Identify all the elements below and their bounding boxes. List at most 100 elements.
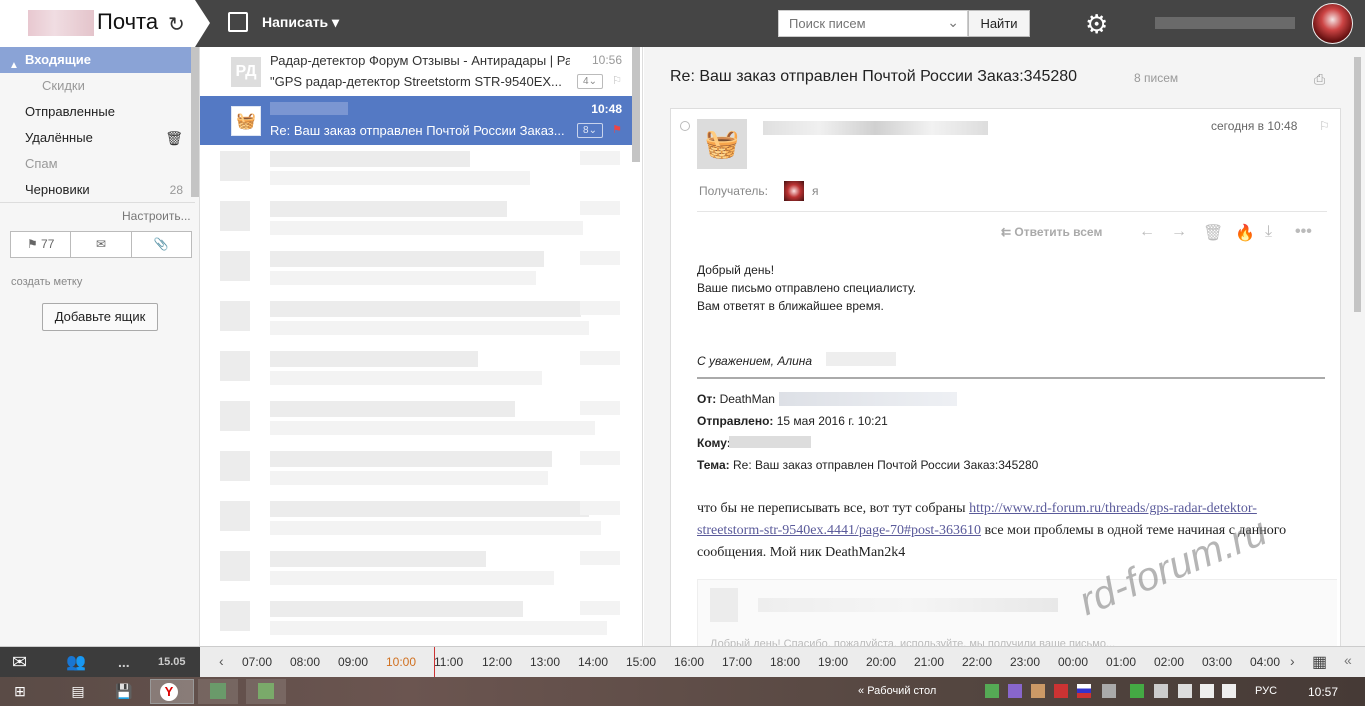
- search-box[interactable]: ⌄: [778, 10, 968, 37]
- attachments-filter-button[interactable]: 📎: [132, 232, 191, 257]
- forward-icon[interactable]: →: [1171, 223, 1187, 241]
- timeline-hour[interactable]: 18:00: [770, 655, 800, 669]
- folder-deleted[interactable]: Удалённые 🗑: [0, 125, 191, 151]
- folder-discounts[interactable]: Скидки: [0, 73, 191, 99]
- compose-button[interactable]: Написать ▾: [262, 14, 339, 31]
- user-name[interactable]: [1155, 17, 1295, 29]
- timeline-hour[interactable]: 11:00: [434, 655, 463, 669]
- blurred-avatar: [220, 551, 250, 581]
- timeline-hour[interactable]: 13:00: [530, 655, 560, 669]
- timeline-hour[interactable]: 04:00: [1250, 655, 1280, 669]
- more-icon[interactable]: ...: [118, 654, 130, 670]
- thread-count[interactable]: 4⌄: [577, 74, 603, 89]
- timeline-hour[interactable]: 21:00: [914, 655, 944, 669]
- tray-icon-language-flag[interactable]: [1077, 684, 1091, 698]
- thread-count[interactable]: 8⌄: [577, 123, 603, 138]
- logo-image[interactable]: [28, 10, 94, 36]
- blurred-line: [270, 501, 589, 517]
- timeline-hour[interactable]: 08:00: [290, 655, 320, 669]
- collapse-icon[interactable]: «: [1344, 652, 1352, 668]
- folder-inbox[interactable]: ▲ Входящие: [0, 47, 191, 73]
- timeline-hour[interactable]: 07:00: [242, 655, 272, 669]
- app-window-2[interactable]: [246, 679, 286, 704]
- timeline-hour[interactable]: 19:00: [818, 655, 848, 669]
- reply-all-button[interactable]: ⇇ Ответить всем: [1001, 225, 1102, 239]
- avatar[interactable]: [1312, 3, 1353, 44]
- folder-sent[interactable]: Отправленные: [0, 99, 191, 125]
- chevron-left-icon[interactable]: ‹: [219, 653, 224, 669]
- timeline-hour[interactable]: 22:00: [962, 655, 992, 669]
- timeline-hour[interactable]: 20:00: [866, 655, 896, 669]
- unread-filter-button[interactable]: ✉: [71, 232, 132, 257]
- spam-fire-icon[interactable]: 🔥: [1235, 223, 1255, 243]
- calculator-icon[interactable]: ▤: [60, 679, 96, 704]
- list-scrollbar[interactable]: [632, 47, 640, 162]
- app-title[interactable]: Почта: [97, 9, 158, 35]
- sidebar-scrollbar[interactable]: [191, 47, 199, 197]
- configure-link[interactable]: Настроить...: [122, 209, 191, 223]
- flag-icon[interactable]: ⚐: [1319, 119, 1330, 133]
- desktop-toolbar[interactable]: « Рабочий стол: [858, 685, 936, 697]
- timeline-hour[interactable]: 12:00: [482, 655, 512, 669]
- flagged-filter-button[interactable]: ⚑ 77: [11, 232, 72, 257]
- chevron-right-icon[interactable]: ›: [1290, 653, 1295, 669]
- tray-icon-app[interactable]: [1154, 684, 1168, 698]
- refresh-icon[interactable]: ↻: [168, 12, 185, 37]
- signature: С уважением, Алина: [697, 354, 813, 368]
- calendar-icon[interactable]: ▦: [1312, 652, 1327, 672]
- timeline-hour[interactable]: 02:00: [1154, 655, 1184, 669]
- delete-icon[interactable]: 🗑: [1203, 223, 1223, 243]
- timeline-hour[interactable]: 14:00: [578, 655, 608, 669]
- yandex-browser-icon[interactable]: Y: [150, 679, 194, 704]
- tray-icon-app[interactable]: [1130, 684, 1144, 698]
- timeline-hour[interactable]: 01:00: [1106, 655, 1136, 669]
- language-indicator[interactable]: РУС: [1255, 685, 1277, 697]
- search-button[interactable]: Найти: [968, 10, 1030, 37]
- tray-icon-app[interactable]: [1031, 684, 1045, 698]
- message-row-selected[interactable]: 🧺 Re: Ваш заказ отправлен Почтой России …: [200, 96, 632, 145]
- select-checkbox[interactable]: [680, 121, 690, 131]
- pane-scrollbar[interactable]: [1354, 57, 1361, 312]
- compose-icon[interactable]: [228, 12, 248, 32]
- sender-name[interactable]: [763, 121, 988, 135]
- taskbar-clock[interactable]: 10:57: [1308, 685, 1338, 699]
- timeline-hour[interactable]: 15:00: [626, 655, 656, 669]
- timeline-hour[interactable]: 10:00: [386, 655, 416, 669]
- tray-icon-volume[interactable]: [1222, 684, 1236, 698]
- reply-icon[interactable]: ←: [1139, 223, 1155, 241]
- move-icon[interactable]: ⤓: [1265, 223, 1272, 241]
- app-window-1[interactable]: [198, 679, 238, 704]
- timeline-hour[interactable]: 00:00: [1058, 655, 1088, 669]
- divider: [0, 202, 195, 203]
- gear-icon[interactable]: ⚙: [1085, 9, 1108, 40]
- timeline-hour[interactable]: 03:00: [1202, 655, 1232, 669]
- print-icon[interactable]: ⎙: [1314, 71, 1325, 88]
- folder-spam[interactable]: Спам: [0, 151, 191, 177]
- more-icon[interactable]: •••: [1295, 223, 1312, 241]
- tray-icon-utorrent[interactable]: [985, 684, 999, 698]
- tray-icon-usb[interactable]: [1178, 684, 1192, 698]
- tray-icon-network[interactable]: [1200, 684, 1214, 698]
- create-label-link[interactable]: создать метку: [11, 276, 82, 288]
- tray-icon-viber[interactable]: [1008, 684, 1022, 698]
- mail-icon[interactable]: ✉: [12, 652, 27, 673]
- tray-icon-app[interactable]: [1102, 684, 1116, 698]
- flag-icon[interactable]: ⚐: [612, 74, 622, 87]
- timeline-hour[interactable]: 09:00: [338, 655, 368, 669]
- timeline-hour[interactable]: 23:00: [1010, 655, 1040, 669]
- timeline-hour[interactable]: 16:00: [674, 655, 704, 669]
- tray-icon-app[interactable]: [1054, 684, 1068, 698]
- timeline-hour[interactable]: 17:00: [722, 655, 752, 669]
- flag-icon[interactable]: ⚑: [612, 123, 622, 136]
- recipient-name[interactable]: я: [812, 184, 819, 198]
- folder-drafts[interactable]: Черновики 28: [0, 177, 191, 203]
- save-icon[interactable]: 💾: [106, 679, 142, 704]
- add-mailbox-button[interactable]: Добавьте ящик: [42, 303, 158, 331]
- trash-icon[interactable]: 🗑: [165, 125, 183, 151]
- folder-label: Входящие: [25, 52, 91, 67]
- message-row[interactable]: РД Радар-детектор Форум Отзывы - Антирад…: [200, 47, 632, 96]
- search-input[interactable]: [779, 11, 939, 36]
- contacts-icon[interactable]: 👥: [66, 652, 86, 672]
- windows-start-icon[interactable]: ⊞: [2, 679, 38, 704]
- chevron-down-icon[interactable]: ⌄: [947, 14, 959, 31]
